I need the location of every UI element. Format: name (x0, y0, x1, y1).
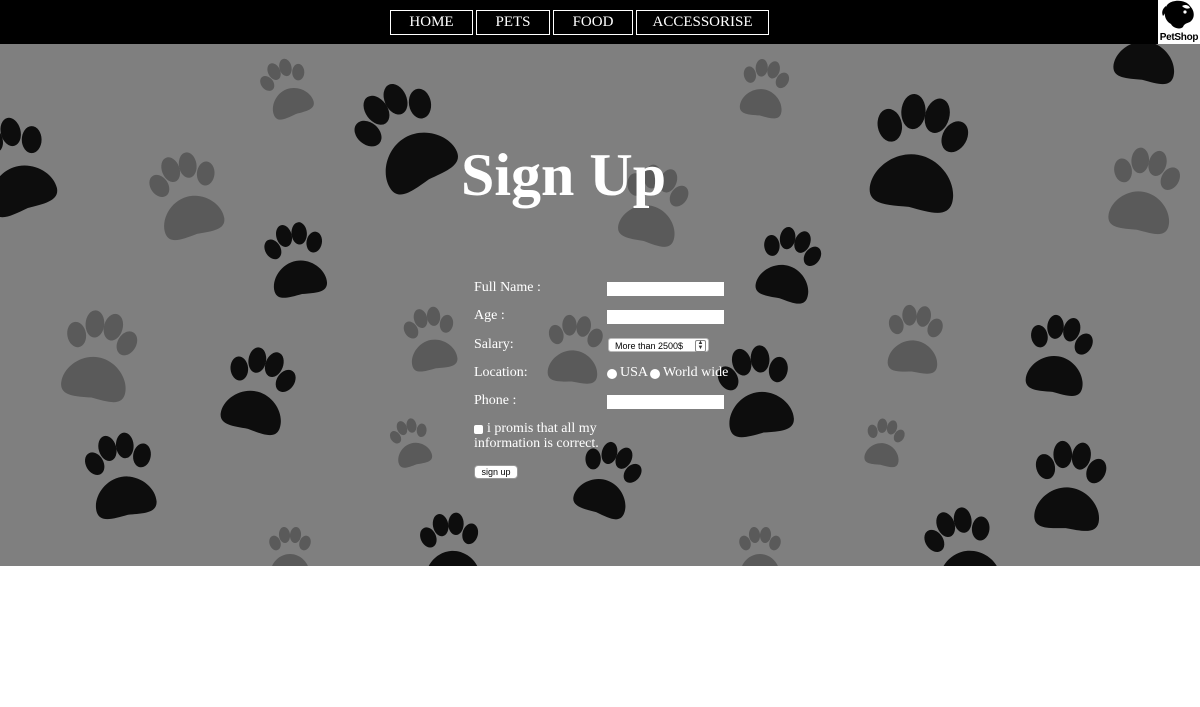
nav-accessorise[interactable]: ACCESSORISE (636, 10, 769, 35)
paw-print (734, 55, 794, 121)
paw-print (1018, 309, 1100, 399)
paw-print (212, 339, 305, 440)
location-label: Location: (474, 365, 528, 380)
full-name-label: Full Name : (474, 280, 541, 295)
location-row: Location: USA World wide (474, 364, 774, 384)
salary-selected-value: More than 2500$ (615, 341, 684, 351)
paw-print (1100, 142, 1188, 238)
paw-print (77, 427, 165, 523)
paw-print (860, 415, 909, 469)
radio-usa[interactable] (607, 369, 617, 379)
age-label: Age : (474, 308, 505, 323)
agree-text-line1: i promis that all my (487, 421, 597, 436)
sign-up-button[interactable]: sign up (474, 465, 518, 479)
radio-world-wide[interactable] (650, 369, 660, 379)
nav-food[interactable]: FOOD (553, 10, 633, 35)
logo-text: PetShop (1159, 32, 1199, 43)
radio-world-wide-label: World wide (663, 365, 729, 380)
top-navigation-bar: HOME PETS FOOD ACCESSORISE PetShop (0, 0, 1200, 44)
paw-print (267, 526, 313, 566)
page-title: Sign Up (461, 142, 667, 208)
nav-home[interactable]: HOME (390, 10, 473, 35)
paw-print (258, 217, 334, 301)
main-nav: HOME PETS FOOD ACCESSORISE (0, 10, 1200, 35)
select-arrows-icon: ▲ ▼ (695, 340, 706, 352)
paw-print (859, 86, 978, 218)
paw-print (253, 52, 320, 124)
salary-row: Salary: More than 2500$ ▲ ▼ (474, 336, 774, 356)
salary-label: Salary: (474, 337, 514, 352)
hero-background: Sign Up Full Name : Age : Salary: More t… (0, 44, 1200, 566)
paw-print (915, 499, 1008, 566)
paw-print (398, 302, 464, 374)
dog-icon (1162, 0, 1194, 29)
paw-print (140, 144, 233, 245)
agree-row: i promis that all my information is corr… (474, 420, 614, 454)
agree-text-line2: information is correct. (474, 436, 599, 451)
paw-print (1027, 437, 1112, 533)
paw-print (338, 67, 470, 204)
paw-print (0, 106, 67, 224)
phone-input[interactable] (607, 395, 724, 409)
petshop-logo[interactable]: PetShop (1158, 0, 1200, 44)
paw-print (748, 220, 829, 308)
age-input[interactable] (607, 310, 724, 324)
radio-usa-label: USA (620, 365, 649, 380)
paw-print (415, 509, 486, 566)
phone-label: Phone : (474, 393, 517, 408)
paw-print (737, 526, 783, 566)
full-name-input[interactable] (607, 282, 724, 296)
paw-print (384, 414, 437, 471)
salary-select[interactable]: More than 2500$ ▲ ▼ (608, 338, 709, 352)
paw-pattern-background (0, 44, 1193, 566)
paw-print (53, 304, 145, 406)
agree-checkbox[interactable] (474, 425, 483, 434)
nav-pets[interactable]: PETS (476, 10, 550, 35)
paw-print (1105, 44, 1193, 88)
paw-print (882, 302, 947, 376)
